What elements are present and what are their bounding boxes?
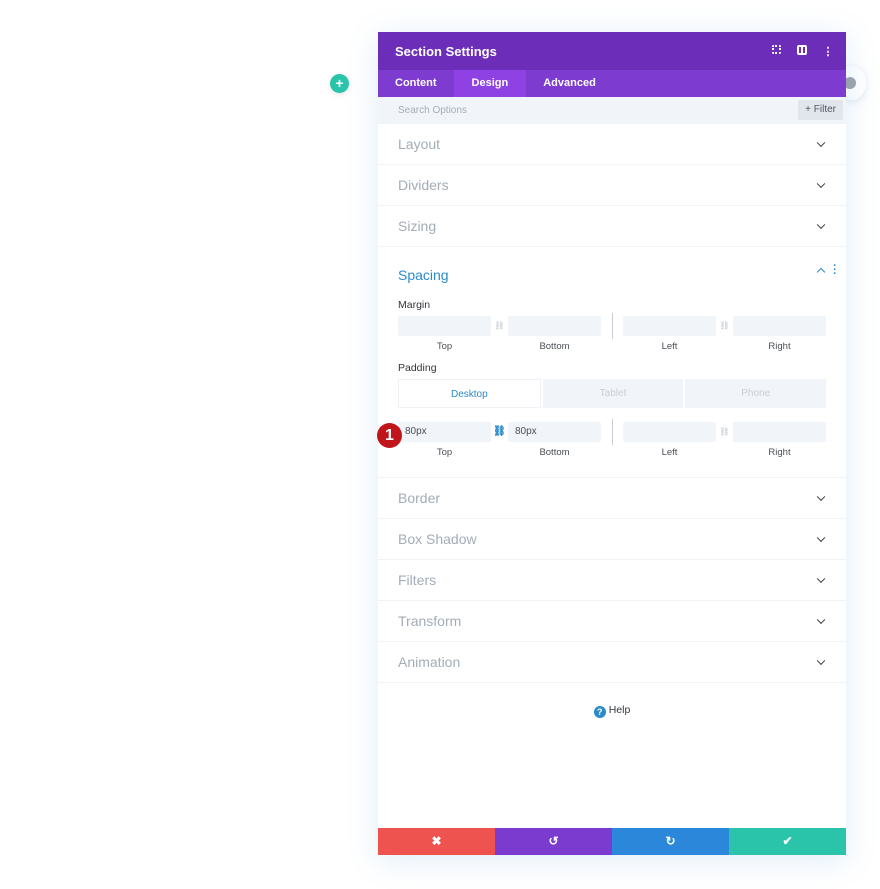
caption: Top [436, 447, 453, 458]
margin-top-input[interactable] [398, 316, 491, 336]
padding-right-input[interactable] [733, 422, 826, 442]
divider [612, 313, 613, 339]
search-options-input[interactable]: Search Options [398, 105, 467, 116]
divider [612, 419, 613, 445]
modal-title: Section Settings [395, 43, 497, 59]
chevron-down-icon [816, 492, 826, 502]
margin-fields: Top ⛓ Bottom Left ⛓ Right [398, 313, 826, 356]
padding-left-input[interactable] [623, 422, 716, 442]
link-icon[interactable]: ⛓ [491, 422, 508, 442]
padding-bottom-input[interactable]: 80px [508, 422, 601, 442]
group-label: Layout [398, 136, 441, 152]
modal-tabs: Content Design Advanced [378, 70, 846, 97]
margin-left-input[interactable] [623, 316, 716, 336]
tab-advanced[interactable]: Advanced [526, 70, 613, 97]
plus-icon: + [335, 75, 344, 91]
chevron-down-icon [816, 615, 826, 625]
spacing-header[interactable]: Spacing · · · [398, 247, 837, 299]
help-icon: ? [593, 706, 606, 718]
group-label: Box Shadow [398, 531, 477, 547]
group-layout[interactable]: Layout [378, 124, 846, 165]
help-label: Help [608, 704, 631, 716]
check-icon: ✔ [782, 834, 793, 848]
undo-icon: ↺ [548, 834, 559, 848]
margin-label: Margin [398, 299, 431, 311]
chevron-down-icon [816, 574, 826, 584]
tab-design[interactable]: Design [453, 70, 527, 97]
padding-fields: 80px Top ⛓ 80px Bottom Left ⛓ Right [398, 419, 826, 462]
annotation-badge: 1 [377, 423, 402, 448]
group-box-shadow[interactable]: Box Shadow [378, 519, 846, 560]
redo-button[interactable]: ↻ [612, 828, 729, 855]
unlink-icon[interactable]: ⛓ [716, 316, 733, 336]
more-options-icon[interactable]: ⋮ [822, 45, 834, 58]
group-label: Border [398, 490, 441, 506]
group-spacing: Spacing · · · Margin Top ⛓ Bottom Left ⛓ R… [378, 247, 846, 478]
tab-content[interactable]: Content [378, 70, 454, 97]
chevron-down-icon [816, 533, 826, 543]
chevron-down-icon [816, 179, 826, 189]
unlink-icon[interactable]: ⛓ [716, 422, 733, 442]
modal-header: Section Settings ⋮ [378, 32, 846, 70]
undo-button[interactable]: ↺ [495, 828, 612, 855]
device-tabs: Desktop Tablet Phone [398, 379, 826, 408]
caption: Top [436, 341, 453, 352]
group-animation[interactable]: Animation [378, 642, 846, 683]
modal-footer: ✖ ↺ ↻ ✔ [378, 828, 846, 855]
close-icon: ✖ [431, 834, 442, 848]
group-label: Spacing [398, 266, 449, 283]
help-link[interactable]: ? Help [378, 704, 846, 718]
caption: Right [768, 447, 791, 458]
group-transform[interactable]: Transform [378, 601, 846, 642]
caption: Right [768, 341, 791, 352]
device-tab-desktop[interactable]: Desktop [398, 379, 541, 408]
group-dividers[interactable]: Dividers [378, 165, 846, 206]
more-options-icon[interactable]: · · · [832, 261, 838, 280]
unlink-icon[interactable]: ⛓ [491, 316, 508, 336]
group-label: Sizing [398, 218, 437, 234]
margin-right-input[interactable] [733, 316, 826, 336]
group-label: Dividers [398, 177, 449, 193]
group-sizing[interactable]: Sizing [378, 206, 846, 247]
caption: Left [661, 341, 678, 352]
filter-button[interactable]: + Filter [798, 100, 843, 120]
device-tab-tablet[interactable]: Tablet [540, 379, 684, 408]
group-label: Transform [398, 613, 462, 629]
split-view-icon[interactable] [796, 44, 808, 58]
chevron-up-icon [816, 267, 826, 277]
save-button[interactable]: ✔ [729, 828, 846, 855]
padding-top-input[interactable]: 80px [398, 422, 491, 442]
group-label: Filters [398, 572, 437, 588]
caption: Bottom [539, 341, 570, 352]
chevron-down-icon [816, 656, 826, 666]
group-border[interactable]: Border [378, 478, 846, 519]
section-settings-modal: Section Settings ⋮ Content Design Advanc… [378, 32, 846, 855]
redo-icon: ↻ [665, 834, 676, 848]
group-label: Animation [398, 654, 461, 670]
cancel-button[interactable]: ✖ [378, 828, 495, 855]
margin-bottom-input[interactable] [508, 316, 601, 336]
caption: Left [661, 447, 678, 458]
caption: Bottom [539, 447, 570, 458]
add-section-button[interactable]: + [330, 74, 349, 93]
fullscreen-icon[interactable] [770, 45, 782, 57]
device-tab-phone[interactable]: Phone [683, 379, 826, 408]
chevron-down-icon [816, 138, 826, 148]
chevron-down-icon [816, 220, 826, 230]
search-options-bar: Search Options + Filter [378, 97, 846, 124]
group-filters[interactable]: Filters [378, 560, 846, 601]
padding-label: Padding [398, 362, 437, 374]
